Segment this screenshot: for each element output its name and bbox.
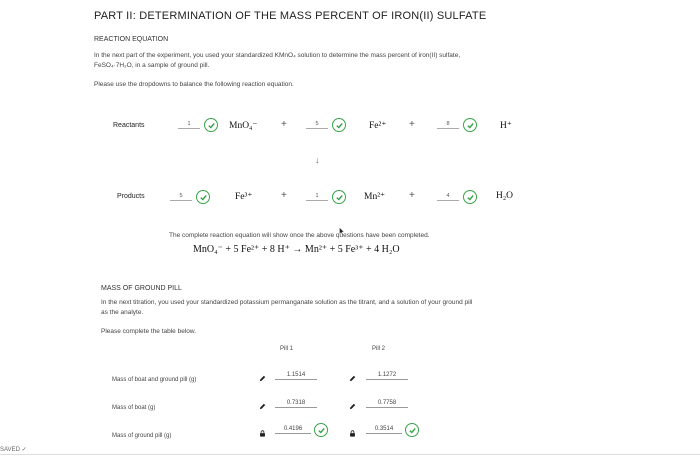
product-3-coef-dropdown[interactable]: 4	[437, 190, 477, 204]
pill-mass-heading: MASS OF GROUND PILL	[101, 285, 182, 292]
reactant-2-coef-value: 5	[306, 121, 328, 129]
pill1-mass-boat-and-pill-input[interactable]: 1.1514	[275, 372, 317, 380]
reactant-1-coef-value: 1	[178, 121, 200, 129]
complete-equation: MnO₄⁻ + 5 Fe²⁺ + 8 H⁺ → Mn²⁺ + 5 Fe³⁺ + …	[193, 244, 400, 255]
check-icon	[196, 190, 210, 204]
product-1-coef-dropdown[interactable]: 5	[170, 190, 210, 204]
complete-equation-note: The complete reaction equation will show…	[169, 232, 430, 239]
reaction-intro-line1: In the next part of the experiment, you …	[94, 52, 461, 59]
pill-intro-line2: as the analyte.	[101, 309, 144, 316]
product-3-coef-value: 4	[437, 193, 459, 201]
pill-instruction: Please complete the table below.	[101, 328, 197, 335]
pill2-mass-ground-pill-value: 0.3514	[366, 426, 402, 434]
pill-intro-line1: In the next titration, you used your sta…	[101, 299, 473, 306]
check-icon	[314, 423, 328, 437]
saved-status: SAVED ✓	[0, 446, 27, 453]
check-icon	[332, 190, 346, 204]
plus-sign: +	[281, 119, 287, 130]
pill1-mass-ground-pill-value: 0.4196	[275, 426, 311, 434]
row-label-boat-and-pill: Mass of boat and ground pill (g)	[112, 377, 197, 383]
pencil-icon	[349, 375, 356, 382]
page-title: PART II: DETERMINATION OF THE MASS PERCE…	[94, 10, 487, 22]
product-2-species: Mn²⁺	[364, 192, 386, 202]
row-label-ground-pill: Mass of ground pill (g)	[112, 433, 172, 439]
products-label: Products	[117, 193, 145, 200]
pencil-icon	[349, 403, 356, 410]
column-header-pill-2: Pill 2	[372, 346, 386, 352]
plus-sign: +	[409, 190, 415, 201]
reactants-label: Reactants	[113, 122, 145, 129]
plus-sign: +	[281, 190, 287, 201]
pill2-mass-boat-input[interactable]: 0.7758	[366, 400, 408, 408]
reaction-instruction: Please use the dropdowns to balance the …	[94, 81, 294, 88]
reactant-3-coef-dropdown[interactable]: 8	[437, 118, 477, 132]
reactant-2-coef-dropdown[interactable]: 5	[306, 118, 346, 132]
check-icon	[463, 190, 477, 204]
pill2-mass-boat-and-pill-input[interactable]: 1.1272	[366, 372, 408, 380]
check-icon	[204, 118, 218, 132]
product-1-species: Fe³⁺	[235, 192, 253, 202]
column-header-pill-1: Pill 1	[280, 346, 294, 352]
product-2-coef-dropdown[interactable]: 1	[306, 190, 346, 204]
reaction-equation-heading: REACTION EQUATION	[94, 36, 169, 43]
reactant-3-coef-value: 8	[437, 121, 459, 129]
check-icon	[332, 118, 346, 132]
product-3-species: H₂O	[496, 191, 514, 201]
reactant-3-species: H⁺	[500, 121, 512, 131]
reactant-1-coef-dropdown[interactable]: 1	[178, 118, 218, 132]
reactant-2-species: Fe²⁺	[369, 121, 387, 131]
check-icon	[405, 423, 419, 437]
check-icon	[463, 118, 477, 132]
product-2-coef-value: 1	[306, 193, 328, 201]
reactant-1-species: MnO₄⁻	[229, 121, 258, 131]
pencil-icon	[259, 403, 266, 410]
pencil-icon	[259, 375, 266, 382]
plus-sign: +	[409, 119, 415, 130]
check-icon: ✓	[21, 447, 27, 453]
bottom-divider	[0, 454, 700, 455]
product-1-coef-value: 5	[170, 193, 192, 201]
reaction-intro-line2: FeSO₄·7H₂O, in a sample of ground pill.	[94, 62, 210, 69]
down-arrow-icon: ↓	[315, 155, 320, 165]
pill1-mass-boat-input[interactable]: 0.7318	[275, 400, 317, 408]
row-label-boat: Mass of boat (g)	[112, 405, 156, 411]
saved-label: SAVED	[0, 447, 20, 453]
lock-icon	[349, 430, 356, 437]
lock-icon	[259, 430, 266, 437]
